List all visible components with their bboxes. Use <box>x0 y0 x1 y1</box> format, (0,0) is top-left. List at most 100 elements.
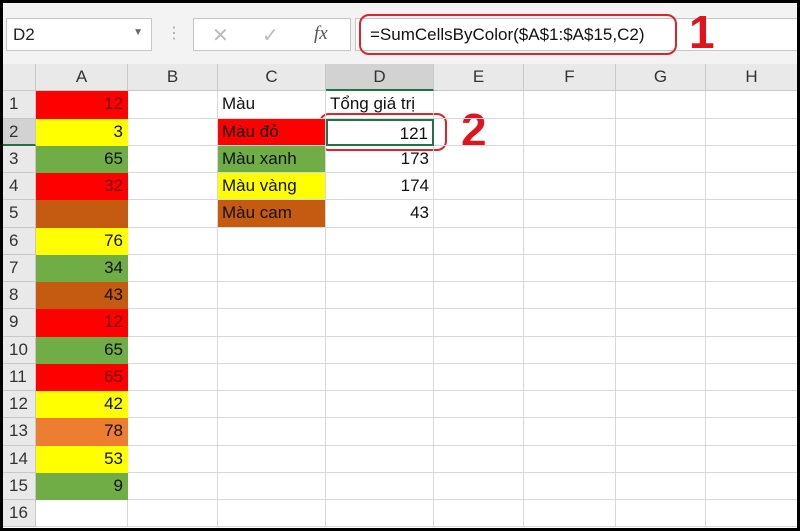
cell-D5[interactable]: 43 <box>326 200 434 228</box>
cell-F10[interactable] <box>524 336 616 364</box>
cell-B5[interactable] <box>128 200 218 228</box>
cell-G2[interactable] <box>616 118 706 146</box>
cell-F4[interactable] <box>524 173 616 201</box>
cell-H7[interactable] <box>706 255 797 282</box>
cell-D9[interactable] <box>326 309 434 337</box>
cell-H1[interactable] <box>706 91 797 119</box>
cell-A2[interactable]: 3 <box>36 118 128 146</box>
row-header[interactable]: 10 <box>3 336 36 364</box>
cell-B12[interactable] <box>128 391 218 419</box>
cell-F12[interactable] <box>524 391 616 419</box>
cell-D13[interactable] <box>326 418 434 446</box>
cell-A11[interactable]: 65 <box>36 363 128 391</box>
row-header[interactable]: 2 <box>3 118 36 146</box>
row-header[interactable]: 5 <box>3 200 36 228</box>
cell-B11[interactable] <box>128 363 218 391</box>
cell-G8[interactable] <box>616 282 706 310</box>
cell-F9[interactable] <box>524 309 616 337</box>
cell-C16[interactable] <box>218 500 326 528</box>
cell-D6[interactable] <box>326 227 434 255</box>
cell-A14[interactable]: 53 <box>36 445 128 473</box>
cell-F5[interactable] <box>524 200 616 228</box>
row-header[interactable]: 9 <box>3 309 36 337</box>
cell-A5[interactable] <box>36 200 128 228</box>
cell-G16[interactable] <box>616 500 706 528</box>
cell-E11[interactable] <box>434 363 524 391</box>
cell-C1[interactable]: Màu <box>218 91 326 119</box>
cell-G6[interactable] <box>616 227 706 255</box>
cell-H14[interactable] <box>706 446 797 473</box>
cell-A12[interactable]: 42 <box>36 391 128 419</box>
cell-B1[interactable] <box>128 91 218 119</box>
cell-A4[interactable]: 32 <box>36 173 128 201</box>
cell-H9[interactable] <box>706 309 797 337</box>
cell-F1[interactable] <box>524 91 616 119</box>
cell-D15[interactable] <box>326 472 434 500</box>
cell-D12[interactable] <box>326 391 434 419</box>
cell-F15[interactable] <box>524 472 616 500</box>
cell-G5[interactable] <box>616 200 706 228</box>
cell-C6[interactable] <box>218 227 326 255</box>
cell-F13[interactable] <box>524 418 616 446</box>
cell-G13[interactable] <box>616 418 706 446</box>
cell-H6[interactable] <box>706 228 797 255</box>
drag-handle-icon[interactable]: ⋮ <box>166 23 182 43</box>
cell-C4[interactable]: Màu vàng <box>218 173 326 201</box>
row-header[interactable]: 1 <box>3 91 36 119</box>
column-header-E[interactable]: E <box>434 64 524 92</box>
cell-C9[interactable] <box>218 309 326 337</box>
cell-H13[interactable] <box>706 418 797 446</box>
column-header-F[interactable]: F <box>524 64 616 92</box>
cell-A6[interactable]: 76 <box>36 227 128 255</box>
row-header[interactable]: 4 <box>3 173 36 201</box>
cell-C12[interactable] <box>218 391 326 419</box>
cell-G10[interactable] <box>616 336 706 364</box>
cell-D14[interactable] <box>326 445 434 473</box>
cell-B14[interactable] <box>128 445 218 473</box>
column-header-G[interactable]: G <box>616 64 706 92</box>
cell-E8[interactable] <box>434 282 524 310</box>
cell-C5[interactable]: Màu cam <box>218 200 326 228</box>
cell-B16[interactable] <box>128 500 218 528</box>
cell-D8[interactable] <box>326 282 434 310</box>
cell-E10[interactable] <box>434 336 524 364</box>
cell-F3[interactable] <box>524 145 616 173</box>
cell-C13[interactable] <box>218 418 326 446</box>
column-header-C[interactable]: C <box>218 64 326 92</box>
cell-B9[interactable] <box>128 309 218 337</box>
cell-H11[interactable] <box>706 364 797 391</box>
cell-H5[interactable] <box>706 200 797 228</box>
row-header[interactable]: 14 <box>3 445 36 473</box>
row-header[interactable]: 12 <box>3 391 36 419</box>
cell-E4[interactable] <box>434 173 524 201</box>
cell-E5[interactable] <box>434 200 524 228</box>
cell-H8[interactable] <box>706 282 797 310</box>
cell-B7[interactable] <box>128 254 218 282</box>
cell-B10[interactable] <box>128 336 218 364</box>
cell-D2[interactable]: 121 <box>326 118 434 146</box>
cell-B15[interactable] <box>128 472 218 500</box>
cell-E15[interactable] <box>434 472 524 500</box>
row-header[interactable]: 6 <box>3 227 36 255</box>
cell-A9[interactable]: 12 <box>36 309 128 337</box>
cell-C8[interactable] <box>218 282 326 310</box>
cell-H3[interactable] <box>706 146 797 173</box>
cell-D11[interactable] <box>326 363 434 391</box>
row-header[interactable]: 15 <box>3 472 36 500</box>
cell-A3[interactable]: 65 <box>36 145 128 173</box>
cell-H10[interactable] <box>706 337 797 364</box>
column-header-A[interactable]: A <box>36 64 128 92</box>
row-header[interactable]: 11 <box>3 363 36 391</box>
cell-A8[interactable]: 43 <box>36 282 128 310</box>
cell-B13[interactable] <box>128 418 218 446</box>
cell-F6[interactable] <box>524 227 616 255</box>
chevron-down-icon[interactable]: ▼ <box>133 27 143 38</box>
cancel-icon[interactable]: ✕ <box>212 23 229 48</box>
cell-D4[interactable]: 174 <box>326 173 434 201</box>
cell-E3[interactable] <box>434 145 524 173</box>
cell-E6[interactable] <box>434 227 524 255</box>
confirm-icon[interactable]: ✓ <box>262 23 279 48</box>
cell-G11[interactable] <box>616 363 706 391</box>
cell-A1[interactable]: 12 <box>36 91 128 119</box>
cell-B2[interactable] <box>128 118 218 146</box>
